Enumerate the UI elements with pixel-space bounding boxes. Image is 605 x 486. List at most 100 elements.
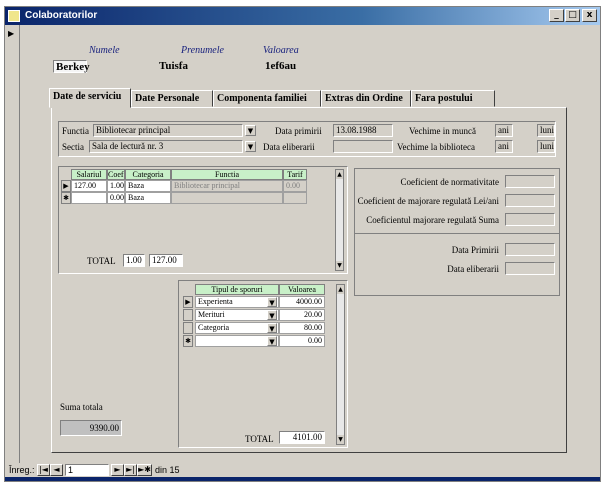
functia-dropdown-icon[interactable]: ▼ [245, 125, 256, 136]
tip-spor-dropdown-icon[interactable]: ▼ [267, 297, 277, 307]
salariu-cell[interactable]: 127.00 [71, 180, 107, 192]
coef-cell[interactable]: 0.00 [107, 192, 125, 204]
first-record-button[interactable]: |◄ [37, 464, 50, 476]
col-header-categoria: Categoria [125, 169, 171, 180]
sectia-dropdown-icon[interactable]: ▼ [245, 141, 256, 152]
sporuri-total-value: 4101.00 [279, 431, 325, 444]
valoare-spor-cell[interactable]: 4000.00 [279, 296, 325, 308]
tab-date-personale[interactable]: Date Personale [131, 90, 213, 107]
suma-totala-field: 9390.00 [60, 420, 122, 436]
new-row-selector[interactable]: ✱ [183, 335, 193, 347]
minimize-button[interactable]: _ [549, 9, 564, 22]
data-eliberarii-field[interactable] [333, 140, 393, 153]
functia-field[interactable]: Bibliotecar principal [93, 124, 243, 137]
header-label-nume: Numele [89, 45, 120, 56]
data-primirii-field[interactable]: 13.08.1988 [333, 124, 393, 137]
header-label-prenume: Prenumele [181, 45, 224, 56]
coef-normativitate-field[interactable] [505, 175, 555, 188]
categorie-cell[interactable]: Baza [125, 180, 171, 192]
vechime-munca-ani-field[interactable]: ani [495, 124, 513, 137]
header-field-valoarea[interactable]: 1ef6au [263, 60, 325, 73]
panel-data-primirii-label: Data Primirii [451, 245, 499, 255]
panel-data-eliberarii-field[interactable] [505, 262, 555, 275]
vechime-biblioteca-label: Vechime la biblioteca [397, 142, 475, 152]
close-button[interactable]: x [582, 9, 597, 22]
sectia-label: Sectia [62, 142, 84, 152]
tip-spor-dropdown-icon[interactable]: ▼ [267, 336, 277, 346]
data-primirii-label: Data primirii [275, 126, 322, 136]
title-bar: Colaboratorilor _ □ x [5, 7, 600, 25]
coef-normativitate-label: Coeficient de normativitate [400, 177, 499, 187]
scroll-up-icon[interactable]: ▲ [337, 285, 344, 294]
tab-componenta-familiei[interactable]: Componenta familiei [213, 90, 321, 107]
sporuri-total-label: TOTAL [245, 434, 274, 444]
functia-label: Functia [62, 126, 89, 136]
record-navigation-bar: Înreg.: |◄ ◄ 1 ► ►| ►✱ din 15 [5, 463, 600, 477]
form-window: Colaboratorilor _ □ x ▶ Numele Prenumele… [4, 6, 601, 482]
status-strip [5, 477, 600, 481]
tarif-cell: 0.00 [283, 180, 307, 192]
functia-cell [171, 192, 283, 204]
salary-total-label: TOTAL [87, 256, 116, 266]
sectia-field[interactable]: Sala de lectură nr. 3 [89, 140, 243, 153]
valoare-spor-cell[interactable]: 80.00 [279, 322, 325, 334]
vechime-biblioteca-ani-field[interactable]: ani [495, 140, 513, 153]
vechime-munca-luni-field[interactable]: luni [537, 124, 555, 137]
tab-fara-postului[interactable]: Fara postului [411, 90, 495, 107]
col-header-functia: Functia [171, 169, 283, 180]
col-header-valoarea: Valoarea [279, 284, 325, 295]
salariu-cell[interactable] [71, 192, 107, 204]
record-label: Înreg.: [9, 465, 35, 475]
new-record-button[interactable]: ►✱ [137, 464, 152, 476]
functia-cell: Bibliotecar principal [171, 180, 283, 192]
panel-data-primirii-field[interactable] [505, 243, 555, 256]
row-selector[interactable]: ▶ [183, 296, 193, 308]
salary-subform: Salariul Coef. Categoria Functia Tarif ▶… [58, 166, 348, 274]
coef-majorare-lei-field[interactable] [505, 194, 555, 207]
tip-spor-dropdown-icon[interactable]: ▼ [267, 310, 277, 320]
row-selector[interactable] [183, 309, 193, 321]
tip-spor-dropdown-icon[interactable]: ▼ [267, 323, 277, 333]
col-header-tarif: Tarif [283, 169, 307, 180]
service-info-box: Functia Bibliotecar principal ▼ Sectia S… [58, 121, 556, 157]
valoare-spor-cell[interactable]: 20.00 [279, 309, 325, 321]
suma-totala-label: Suma totala [60, 402, 103, 412]
coefficients-panel: Coeficient de normativitate Coeficient d… [354, 168, 560, 296]
categorie-cell[interactable]: Baza [125, 192, 171, 204]
header-label-valoarea: Valoarea [263, 45, 299, 56]
previous-record-button[interactable]: ◄ [50, 464, 63, 476]
coef-majorare-suma-label: Coeficientul majorare regulată Suma [366, 215, 499, 225]
tab-extras-ordine[interactable]: Extras din Ordine [321, 90, 411, 107]
coef-majorare-lei-label: Coeficient de majorare regulată Lei/ani [357, 196, 499, 206]
scroll-down-icon[interactable]: ▼ [337, 435, 344, 444]
current-record-arrow-icon: ▶ [8, 29, 15, 38]
panel-data-eliberarii-label: Data eliberarii [447, 264, 499, 274]
tab-date-serviciu[interactable]: Date de serviciu [49, 88, 131, 108]
col-header-coef: Coef. [107, 169, 125, 180]
last-record-button[interactable]: ►| [124, 464, 137, 476]
salary-total-value: 127.00 [149, 254, 183, 267]
header-field-prenume[interactable]: Tuisfa [157, 60, 219, 73]
record-number-field[interactable]: 1 [65, 464, 109, 476]
maximize-button[interactable]: □ [565, 9, 580, 22]
vechime-biblioteca-luni-field[interactable]: luni [537, 140, 555, 153]
tarif-cell [283, 192, 307, 204]
coef-cell[interactable]: 1.00 [107, 180, 125, 192]
scroll-up-icon[interactable]: ▲ [336, 170, 343, 179]
header-field-nume[interactable]: Berkey [53, 60, 90, 73]
new-row-selector[interactable]: ✱ [61, 192, 71, 204]
tab-panel-date-serviciu: Functia Bibliotecar principal ▼ Sectia S… [51, 107, 567, 453]
coef-majorare-suma-field[interactable] [505, 213, 555, 226]
salary-scrollbar[interactable]: ▲ ▼ [335, 169, 344, 271]
row-selector[interactable] [183, 322, 193, 334]
sporuri-scrollbar[interactable]: ▲ ▼ [336, 284, 345, 445]
next-record-button[interactable]: ► [111, 464, 124, 476]
row-selector[interactable]: ▶ [61, 180, 71, 192]
col-header-salariul: Salariul [71, 169, 107, 180]
panel-divider [355, 233, 559, 234]
scroll-down-icon[interactable]: ▼ [336, 261, 343, 270]
data-eliberarii-label: Data eliberarii [263, 142, 315, 152]
valoare-spor-cell[interactable]: 0.00 [279, 335, 325, 347]
record-selector[interactable]: ▶ [5, 25, 20, 463]
col-header-tip-sporuri: Tipul de sporuri [195, 284, 279, 295]
